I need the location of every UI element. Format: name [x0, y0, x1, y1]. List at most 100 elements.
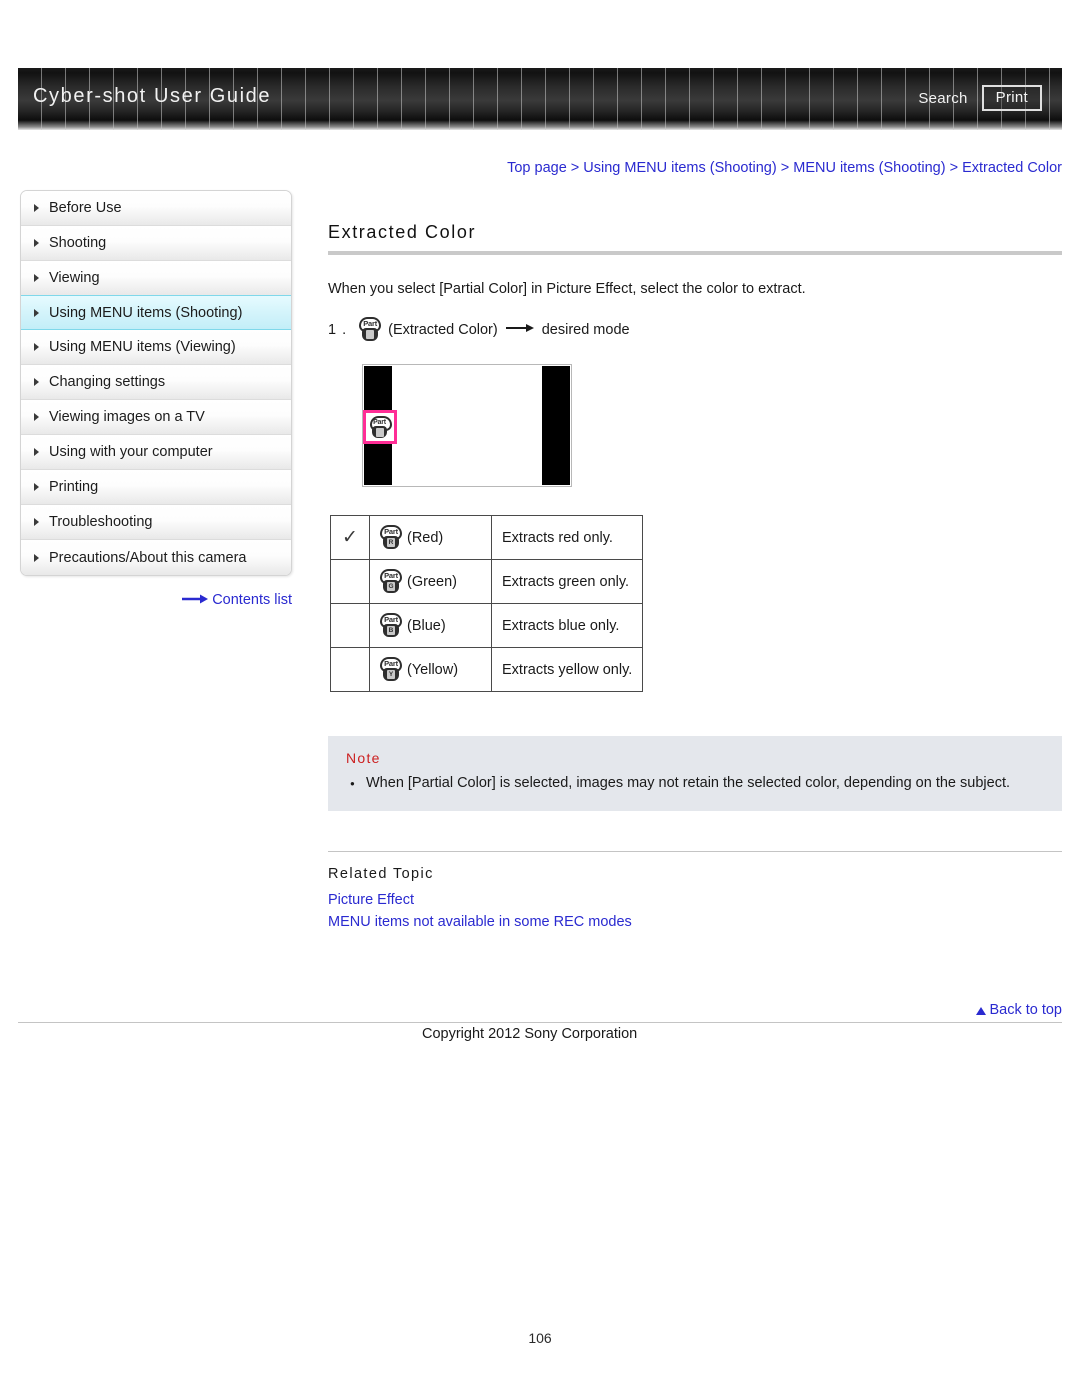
site-title: Cyber-shot User Guide [33, 85, 272, 107]
breadcrumb-separator: > [949, 160, 959, 176]
sidebar-item-before-use[interactable]: Before Use [21, 191, 291, 226]
chevron-right-icon [34, 274, 39, 282]
row-checkmark-cell [330, 559, 370, 604]
partial-color-icon-text: Part [363, 319, 378, 328]
sidebar-item-printing[interactable]: Printing [21, 470, 291, 505]
step-icon-caption: (Extracted Color) [388, 321, 498, 338]
note-item: When [Partial Color] is selected, images… [346, 773, 1044, 795]
table-row[interactable]: Part B (Blue) Extracts blue only. [330, 603, 644, 648]
partial-color-icon-text: Part [384, 571, 398, 580]
row-option-name: (Yellow) [407, 661, 459, 678]
sidebar-item-label: Using with your computer [49, 444, 213, 460]
breadcrumb-separator: > [570, 160, 580, 176]
sidebar-nav: Before Use Shooting Viewing Using MENU i… [20, 190, 292, 576]
sidebar-item-label: Viewing [49, 270, 100, 286]
chevron-right-icon [34, 483, 39, 491]
table-row[interactable]: Part G (Green) Extracts green only. [330, 559, 644, 604]
breadcrumb-item-0[interactable]: Top page [507, 160, 567, 176]
intro-paragraph: When you select [Partial Color] in Pictu… [328, 281, 806, 297]
note-list: When [Partial Color] is selected, images… [346, 773, 1044, 795]
search-button[interactable]: Search [918, 90, 967, 107]
partial-color-red-icon: Part R [378, 525, 404, 550]
chevron-right-icon [34, 343, 39, 351]
header-actions: Search Print [918, 85, 1042, 111]
breadcrumb-item-2[interactable]: MENU items (Shooting) [793, 160, 945, 176]
related-divider [328, 850, 1062, 852]
back-to-top-link[interactable]: Back to top [328, 1002, 1062, 1018]
row-option-name: (Green) [407, 573, 457, 590]
footer-divider [18, 1022, 1062, 1023]
row-icon-cell: Part R (Red) [369, 515, 492, 560]
back-to-top-label: Back to top [989, 1002, 1062, 1018]
partial-color-icon-text: Part [373, 418, 386, 426]
sidebar-item-changing-settings[interactable]: Changing settings [21, 365, 291, 400]
row-description: Extracts blue only. [490, 603, 644, 648]
row-option-name: (Blue) [407, 617, 446, 634]
partial-color-icon-text: Part [384, 659, 398, 668]
step-number: 1 . [328, 321, 348, 338]
partial-color-icon-chip [376, 427, 384, 437]
breadcrumb-item-1[interactable]: Using MENU items (Shooting) [583, 160, 776, 176]
highlighted-menu-icon-box[interactable]: Part [363, 410, 397, 444]
row-checkmark-cell [330, 647, 370, 692]
partial-color-icon-chip: Y [387, 670, 395, 679]
partial-color-blue-icon: Part B [378, 613, 404, 638]
page-title: Extracted Color [328, 222, 477, 242]
checkmark-icon: ✓ [342, 527, 358, 548]
sidebar-item-label: Troubleshooting [49, 514, 153, 530]
chevron-right-icon [34, 378, 39, 386]
row-option-name: (Red) [407, 529, 444, 546]
title-divider [328, 251, 1062, 255]
partial-color-yellow-icon: Part Y [378, 657, 404, 682]
main-content: Extracted Color When you select [Partial… [328, 222, 1062, 936]
note-title: Note [346, 750, 381, 766]
sidebar-item-label: Changing settings [49, 374, 166, 390]
extracted-color-options-table: ✓ Part R (Red) Extracts red only. Part G… [330, 515, 644, 692]
screen-right-black-bar [542, 366, 570, 485]
step-1: 1 . Part (Extracted Color) desired mode [328, 317, 1062, 342]
sidebar-item-precautions-about-this-camera[interactable]: Precautions/About this camera [21, 540, 291, 575]
row-icon-cell: Part Y (Yellow) [369, 647, 492, 692]
row-checkmark-cell: ✓ [330, 515, 370, 560]
camera-screen-illustration: Part [362, 364, 572, 487]
row-icon-cell: Part G (Green) [369, 559, 492, 604]
sidebar-item-label: Precautions/About this camera [49, 549, 247, 566]
chevron-right-icon [34, 518, 39, 526]
partial-color-icon-chip: R [387, 538, 395, 547]
partial-color-icon: Part [368, 415, 392, 439]
sidebar-item-using-menu-items-shooting[interactable]: Using MENU items (Shooting) [21, 295, 291, 330]
breadcrumb-separator: > [780, 160, 790, 176]
sidebar-item-shooting[interactable]: Shooting [21, 226, 291, 261]
row-checkmark-cell [330, 603, 370, 648]
print-button[interactable]: Print [981, 85, 1042, 111]
sidebar-item-troubleshooting[interactable]: Troubleshooting [21, 505, 291, 540]
row-icon-cell: Part B (Blue) [369, 603, 492, 648]
sidebar-item-using-menu-items-viewing[interactable]: Using MENU items (Viewing) [21, 330, 291, 365]
sidebar-item-label: Printing [49, 479, 99, 495]
arrow-right-icon [182, 592, 209, 608]
table-row[interactable]: ✓ Part R (Red) Extracts red only. [330, 515, 644, 560]
note-box: Note When [Partial Color] is selected, i… [328, 736, 1062, 811]
sidebar-item-label: Using MENU items (Viewing) [49, 339, 236, 355]
related-topic-title: Related Topic [328, 865, 434, 882]
row-description: Extracts red only. [490, 515, 644, 560]
partial-color-icon-text: Part [384, 615, 398, 624]
chevron-right-icon [34, 553, 39, 562]
related-link-menu-items-not-available[interactable]: MENU items not available in some REC mod… [328, 914, 632, 930]
table-row[interactable]: Part Y (Yellow) Extracts yellow only. [330, 647, 644, 692]
copyright-text: Copyright 2012 Sony Corporation [422, 1026, 638, 1042]
partial-color-icon-chip [366, 330, 375, 339]
sidebar-item-label: Viewing images on a TV [49, 409, 205, 425]
sidebar-item-viewing[interactable]: Viewing [21, 261, 291, 296]
breadcrumb-item-3[interactable]: Extracted Color [962, 160, 1062, 176]
breadcrumb: Top page > Using MENU items (Shooting) >… [328, 160, 1062, 176]
sidebar-item-viewing-images-on-a-tv[interactable]: Viewing images on a TV [21, 400, 291, 435]
arrow-right-icon [505, 321, 534, 337]
contents-list-link[interactable]: Contents list [20, 592, 292, 608]
sidebar-item-using-with-your-computer[interactable]: Using with your computer [21, 435, 291, 470]
related-link-picture-effect[interactable]: Picture Effect [328, 892, 414, 908]
row-description: Extracts yellow only. [490, 647, 644, 692]
row-description: Extracts green only. [490, 559, 644, 604]
partial-color-icon-chip: G [387, 582, 395, 591]
page-number: 106 [528, 1330, 552, 1346]
